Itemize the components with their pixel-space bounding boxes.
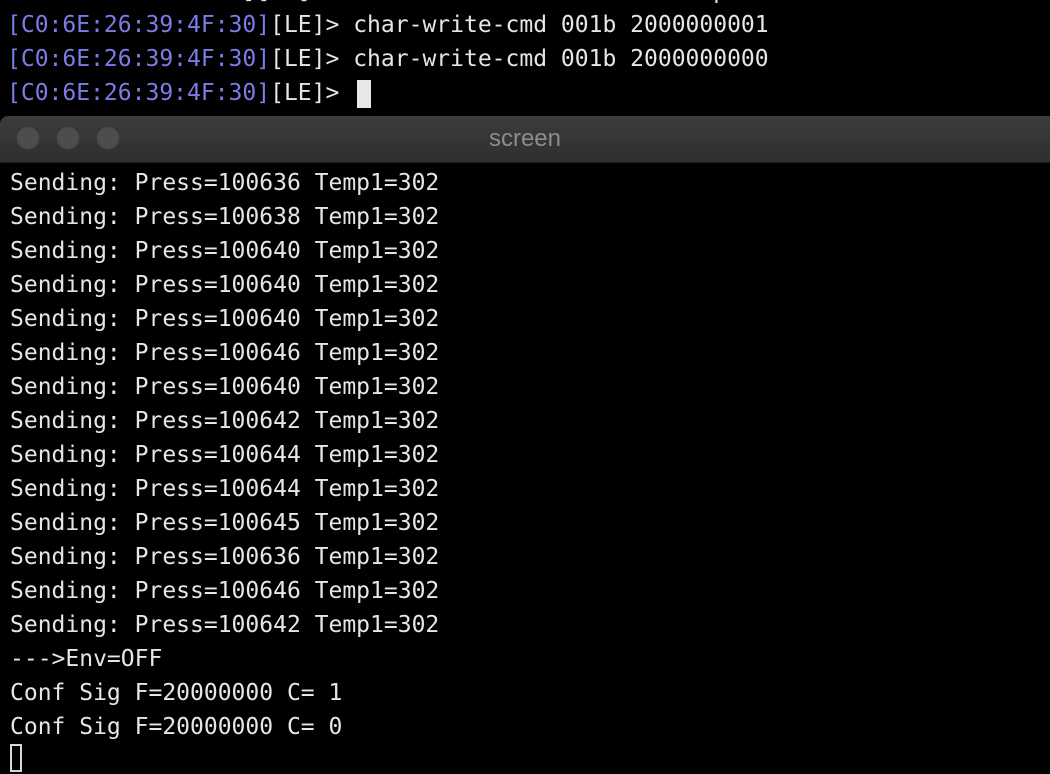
output-line: Conf Sig F=20000000 C= 0 — [10, 714, 343, 740]
device-address: [C0:6E:26:39:4F:30] — [7, 80, 271, 106]
command-text: char-write-cmd 001b 2000000000 — [353, 46, 769, 72]
terminal-line: [C0:6E:26:39:4F:30][LE]> char-write-cmd … — [7, 42, 769, 76]
prompt-mode: [LE]> — [270, 80, 354, 106]
output-line: Sending: Press=100640 Temp1=302 — [10, 374, 440, 400]
terminal-prompt-line[interactable]: [C0:6E:26:39:4F:30][LE]> — [7, 76, 372, 110]
text-cursor — [10, 744, 22, 772]
terminal-line-partial: C0:6E:26:39:4F:30][LE]> Characteristic v… — [7, 0, 769, 8]
output-line: Sending: Press=100642 Temp1=302 — [10, 408, 440, 434]
output-line: Sending: Press=100646 Temp1=302 — [10, 578, 440, 604]
terminal-line: [C0:6E:26:39:4F:30][LE]> char-write-cmd … — [7, 8, 769, 42]
terminal-output[interactable]: Sending: Press=100636 Temp1=302 Sending:… — [0, 166, 1050, 774]
output-line: Sending: Press=100644 Temp1=302 — [10, 476, 440, 502]
output-line: Sending: Press=100646 Temp1=302 — [10, 340, 440, 366]
command-text: char-write-cmd 001b 2000000001 — [353, 12, 769, 38]
device-address: [C0:6E:26:39:4F:30] — [7, 12, 271, 38]
output-line: Sending: Press=100638 Temp1=302 — [10, 204, 440, 230]
output-line: Sending: Press=100640 Temp1=302 — [10, 306, 440, 332]
output-line: Sending: Press=100636 Temp1=302 — [10, 170, 440, 196]
output-line: Sending: Press=100644 Temp1=302 — [10, 442, 440, 468]
output-line: Sending: Press=100640 Temp1=302 — [10, 238, 440, 264]
output-line: Sending: Press=100645 Temp1=302 — [10, 510, 440, 536]
background-terminal[interactable]: C0:6E:26:39:4F:30][LE]> Characteristic v… — [0, 0, 1050, 116]
text-cursor — [357, 79, 372, 108]
output-line: Sending: Press=100640 Temp1=302 — [10, 272, 440, 298]
device-address: [C0:6E:26:39:4F:30] — [7, 46, 271, 72]
output-line: --->Env=OFF — [10, 646, 163, 672]
output-line: Sending: Press=100636 Temp1=302 — [10, 544, 440, 570]
prompt-mode: [LE]> — [270, 46, 354, 72]
output-line: Conf Sig F=20000000 C= 1 — [10, 680, 343, 706]
screen-window[interactable]: screen Sending: Press=100636 Temp1=302 S… — [0, 116, 1050, 774]
window-titlebar[interactable]: screen — [0, 116, 1050, 163]
prompt-mode: [LE]> — [270, 12, 354, 38]
window-title: screen — [488, 125, 562, 152]
output-line: Sending: Press=100642 Temp1=302 — [10, 612, 440, 638]
